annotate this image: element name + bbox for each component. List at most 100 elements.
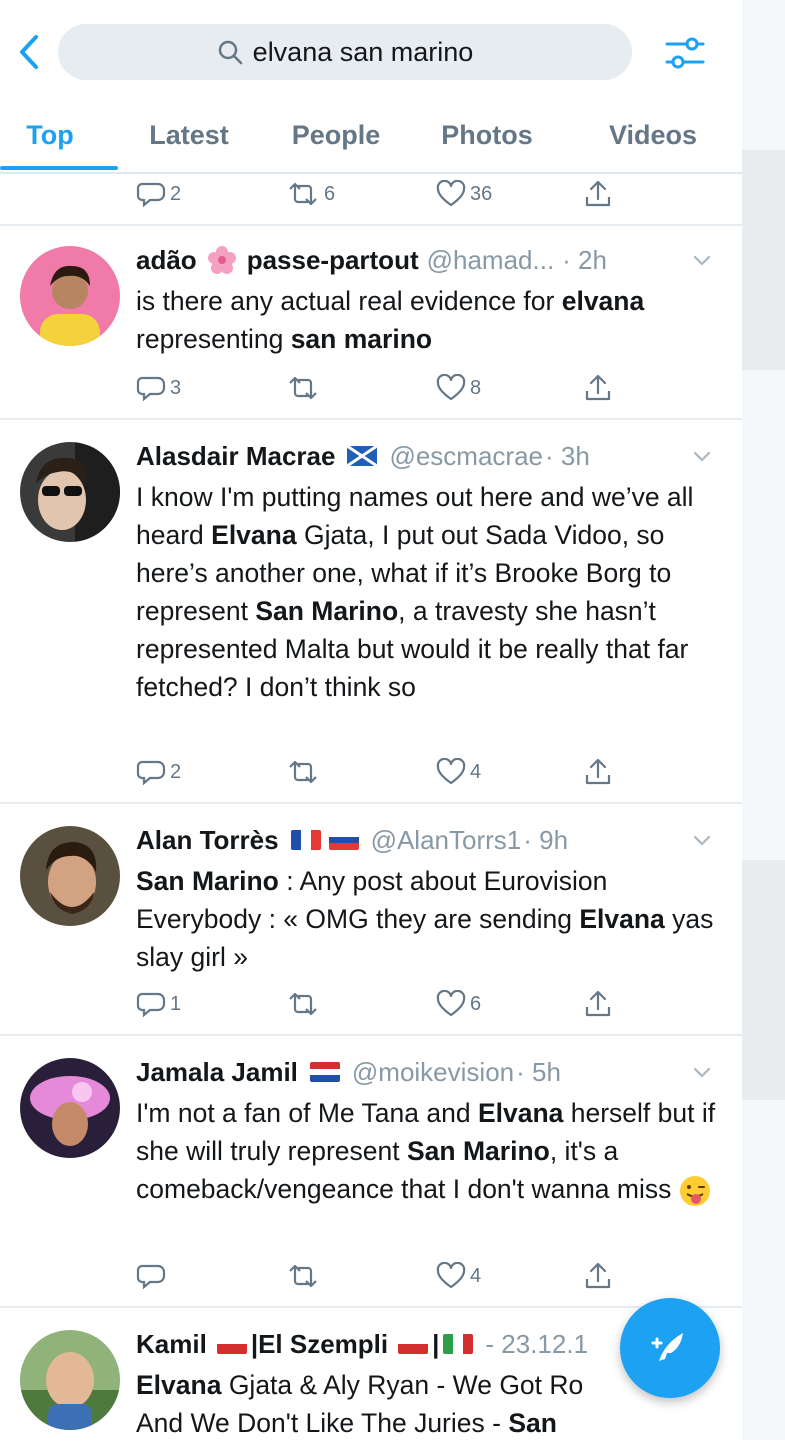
like-icon bbox=[436, 758, 466, 785]
like-icon bbox=[436, 990, 466, 1017]
reply-button[interactable] bbox=[136, 1256, 166, 1296]
share-button[interactable] bbox=[584, 1256, 612, 1296]
user-name[interactable]: adão bbox=[136, 245, 197, 276]
back-arrow-icon bbox=[20, 35, 38, 69]
back-button[interactable] bbox=[12, 30, 46, 74]
like-button[interactable]: 4 bbox=[436, 1256, 481, 1296]
retweet-count: 6 bbox=[324, 182, 336, 205]
like-icon bbox=[436, 1262, 466, 1289]
avatar[interactable] bbox=[20, 826, 120, 926]
user-name[interactable]: Alan Torrès bbox=[136, 825, 279, 856]
avatar[interactable] bbox=[20, 442, 120, 542]
chevron-down-icon[interactable] bbox=[690, 248, 714, 272]
netherlands-flag-icon bbox=[309, 1062, 340, 1082]
retweet-button[interactable] bbox=[286, 752, 320, 792]
tweet-header: adão passe-partout @hamad... · 2h bbox=[136, 242, 702, 278]
retweet-icon bbox=[289, 182, 317, 206]
reply-icon bbox=[136, 992, 166, 1018]
tweet-actions: 1 6 bbox=[136, 984, 636, 1024]
search-bar[interactable]: elvana san marino bbox=[58, 24, 632, 80]
search-filter-button[interactable] bbox=[660, 30, 710, 76]
user-handle[interactable]: @AlanTorrs1 bbox=[371, 825, 522, 856]
tweet-time: · 5h bbox=[516, 1056, 561, 1087]
share-icon bbox=[585, 1262, 611, 1289]
compose-tweet-button[interactable] bbox=[620, 1298, 720, 1398]
user-name[interactable]: Jamala Jamil bbox=[136, 1057, 298, 1088]
scotland-flag-icon bbox=[347, 446, 378, 466]
tweet[interactable]: adão passe-partout @hamad... · 2h is the… bbox=[0, 224, 742, 420]
share-icon bbox=[585, 758, 611, 785]
tweet-time: · 3h bbox=[545, 440, 590, 471]
background-block bbox=[742, 860, 785, 1100]
share-button[interactable] bbox=[584, 752, 612, 792]
italy-flag-icon bbox=[443, 1334, 474, 1354]
search-icon bbox=[218, 40, 242, 65]
chevron-down-icon[interactable] bbox=[690, 1060, 714, 1084]
like-button[interactable]: 6 bbox=[436, 984, 481, 1024]
tab-photos[interactable]: Photos bbox=[426, 104, 548, 166]
user-name-suffix[interactable]: |El Szempli bbox=[251, 1329, 388, 1360]
like-button[interactable]: 8 bbox=[436, 368, 481, 408]
like-count: 36 bbox=[470, 182, 493, 205]
tweet-actions: 2 4 bbox=[136, 752, 636, 792]
user-handle[interactable]: @moikevision bbox=[352, 1057, 514, 1088]
tweet-header: Jamala Jamil @moikevision · 5h bbox=[136, 1054, 702, 1090]
reply-count: 2 bbox=[170, 760, 182, 783]
poland-flag-icon bbox=[398, 1334, 429, 1354]
retweet-button[interactable]: 6 bbox=[286, 174, 335, 214]
share-button[interactable] bbox=[584, 368, 612, 408]
user-handle[interactable]: @hamad... bbox=[427, 245, 555, 276]
share-button[interactable] bbox=[584, 174, 612, 214]
france-flag-icon bbox=[290, 830, 321, 850]
tweet[interactable]: Alan Torrès @AlanTorrs1 · 9h San Marino … bbox=[0, 802, 742, 1036]
share-icon bbox=[585, 374, 611, 401]
tweet-text: Elvana Gjata & Aly Ryan - We Got Ro And … bbox=[136, 1370, 584, 1438]
chevron-down-icon[interactable] bbox=[690, 444, 714, 468]
reply-button[interactable]: 1 bbox=[136, 984, 181, 1024]
reply-button[interactable]: 3 bbox=[136, 368, 181, 408]
reply-count: 3 bbox=[170, 376, 182, 399]
user-name[interactable]: Alasdair Macrae bbox=[136, 441, 335, 472]
background-strip bbox=[742, 0, 785, 1440]
like-icon bbox=[436, 180, 466, 207]
like-count: 6 bbox=[470, 992, 482, 1015]
tweet-actions: 4 bbox=[136, 1256, 636, 1296]
tweet[interactable]: Jamala Jamil @moikevision · 5h I'm not a… bbox=[0, 1034, 742, 1308]
tweet-actions: 2 6 36 bbox=[0, 174, 742, 224]
retweet-button[interactable] bbox=[286, 1256, 320, 1296]
avatar[interactable] bbox=[20, 1058, 120, 1158]
user-name-suffix[interactable]: passe-partout bbox=[247, 245, 419, 276]
share-button[interactable] bbox=[584, 984, 612, 1024]
active-tab-indicator bbox=[0, 166, 118, 170]
tweet-time: · 2h bbox=[562, 244, 607, 275]
reply-button[interactable]: 2 bbox=[136, 752, 181, 792]
avatar[interactable] bbox=[20, 246, 120, 346]
user-name-separator[interactable]: | bbox=[432, 1329, 439, 1360]
retweet-button[interactable] bbox=[286, 368, 320, 408]
reply-button[interactable]: 2 bbox=[136, 174, 181, 214]
reply-count: 1 bbox=[170, 992, 182, 1015]
share-icon bbox=[585, 990, 611, 1017]
retweet-icon bbox=[289, 376, 317, 400]
like-count: 4 bbox=[470, 760, 482, 783]
like-button[interactable]: 4 bbox=[436, 752, 481, 792]
tab-latest[interactable]: Latest bbox=[130, 104, 248, 166]
search-query: elvana san marino bbox=[252, 36, 474, 67]
like-button[interactable]: 36 bbox=[436, 174, 492, 214]
retweet-icon bbox=[289, 992, 317, 1016]
tweet-header: Alan Torrès @AlanTorrs1 · 9h bbox=[136, 822, 702, 858]
tab-videos[interactable]: Videos bbox=[590, 104, 716, 166]
avatar[interactable] bbox=[20, 1330, 120, 1430]
tweet-actions: 3 8 bbox=[136, 368, 636, 408]
user-handle[interactable]: @escmacrae bbox=[389, 441, 543, 472]
retweet-button[interactable] bbox=[286, 984, 320, 1024]
tweet-time: · 9h bbox=[523, 824, 569, 855]
chevron-down-icon[interactable] bbox=[690, 828, 714, 852]
tweet-text: I'm not a fan of Me Tana and Elvana hers… bbox=[136, 1094, 716, 1208]
user-name[interactable]: Kamil bbox=[136, 1329, 207, 1360]
reply-icon bbox=[136, 182, 166, 208]
tab-top[interactable]: Top bbox=[0, 104, 100, 166]
like-count: 8 bbox=[470, 376, 482, 399]
tweet[interactable]: Alasdair Macrae @escmacrae · 3h I know I… bbox=[0, 418, 742, 804]
tab-people[interactable]: People bbox=[276, 104, 396, 166]
